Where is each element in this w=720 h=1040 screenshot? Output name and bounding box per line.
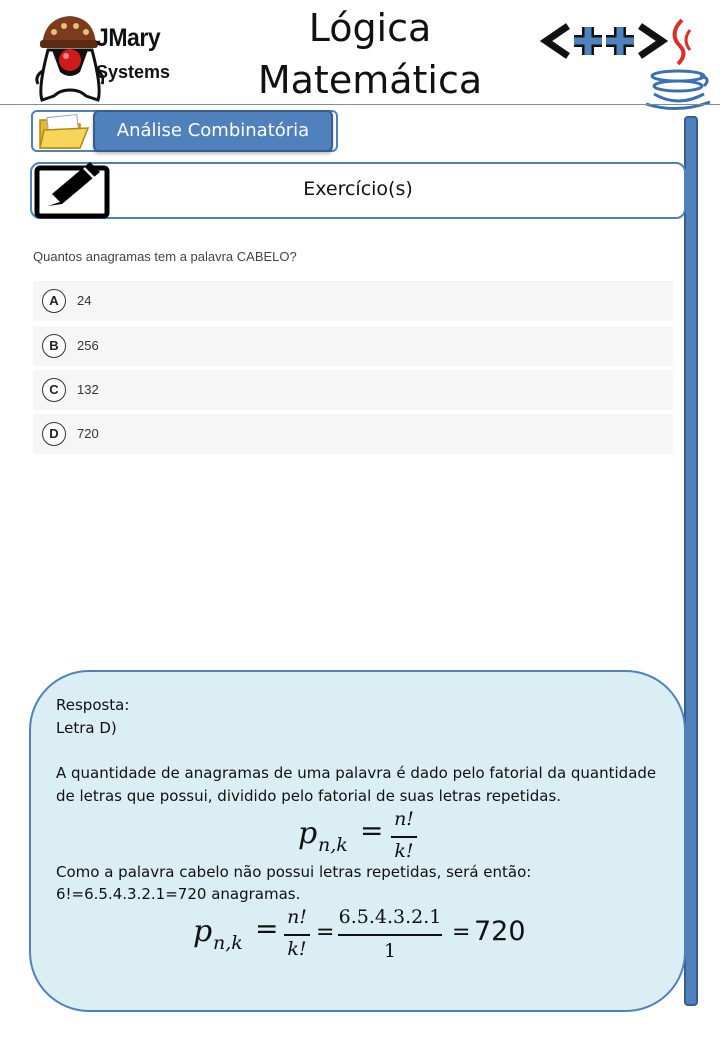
formula2-numerator: n! — [287, 906, 307, 928]
explanation-line-3: Como a palavra cabelo não possui letras … — [56, 863, 532, 881]
formula-subscript: n,k — [318, 834, 348, 856]
cpp-java-logo — [539, 16, 715, 111]
formula-denominator: k! — [394, 840, 414, 862]
formula-fraction-bar — [391, 836, 417, 838]
option-c[interactable]: C 132 — [33, 370, 673, 410]
jmary-logo: JMary Systems — [34, 10, 184, 105]
logo-name: JMary — [96, 24, 161, 52]
header-divider — [0, 104, 720, 105]
formula2-denominator-2: 1 — [383, 940, 397, 962]
formula2-result: 720 — [474, 916, 526, 947]
formula-equals: = — [360, 814, 384, 847]
option-text: 256 — [77, 338, 99, 353]
answer-letter: Letra D) — [56, 719, 117, 737]
formula2-subscript: n,k — [213, 932, 243, 954]
option-letter: A — [42, 289, 66, 313]
right-side-bar — [684, 116, 698, 1006]
page-title: Lógica Matemática — [230, 2, 510, 106]
formula2-denominator: k! — [287, 938, 307, 960]
explanation-line-4: 6!=6.5.4.3.2.1=720 anagramas. — [56, 885, 301, 903]
option-b[interactable]: B 256 — [33, 326, 673, 366]
formula2-equals-2: = — [316, 920, 335, 945]
duke-mascot-icon — [35, 16, 104, 102]
option-text: 132 — [77, 382, 99, 397]
formula-numerator: n! — [394, 808, 414, 830]
explanation-line-1: A quantidade de anagramas de uma palavra… — [56, 764, 657, 782]
logo-subtitle: Systems — [96, 62, 171, 82]
formula-lhs: p — [298, 816, 318, 851]
option-a[interactable]: A 24 — [33, 281, 673, 321]
formula2-equals-3: = — [452, 920, 471, 945]
option-text: 24 — [77, 293, 92, 308]
formula2-numerator-2: 6.5.4.3.2.1 — [338, 906, 442, 928]
answer-heading: Resposta: — [56, 696, 130, 714]
option-text: 720 — [77, 426, 99, 441]
cpp-java-icon — [539, 18, 711, 111]
formula2-fraction-bar — [284, 934, 310, 936]
edit-pencil-icon — [34, 158, 114, 227]
title-line-2: Matemática — [257, 58, 483, 102]
formula2-lhs: p — [193, 914, 213, 949]
explanation-line-2: de letras que possui, dividido pelo fato… — [56, 787, 562, 805]
folder-icon — [38, 112, 90, 157]
section-title-button[interactable]: Análise Combinatória — [93, 110, 333, 152]
option-letter: C — [42, 378, 66, 402]
option-letter: B — [42, 334, 66, 358]
question-text: Quantos anagramas tem a palavra CABELO? — [33, 249, 297, 264]
option-letter: D — [42, 422, 66, 446]
option-d[interactable]: D 720 — [33, 414, 673, 454]
exercise-title: Exercício(s) — [303, 178, 413, 200]
formula2-equals: = — [255, 912, 279, 945]
title-line-1: Lógica — [308, 6, 432, 50]
formula2-fraction-bar-2 — [338, 934, 442, 936]
